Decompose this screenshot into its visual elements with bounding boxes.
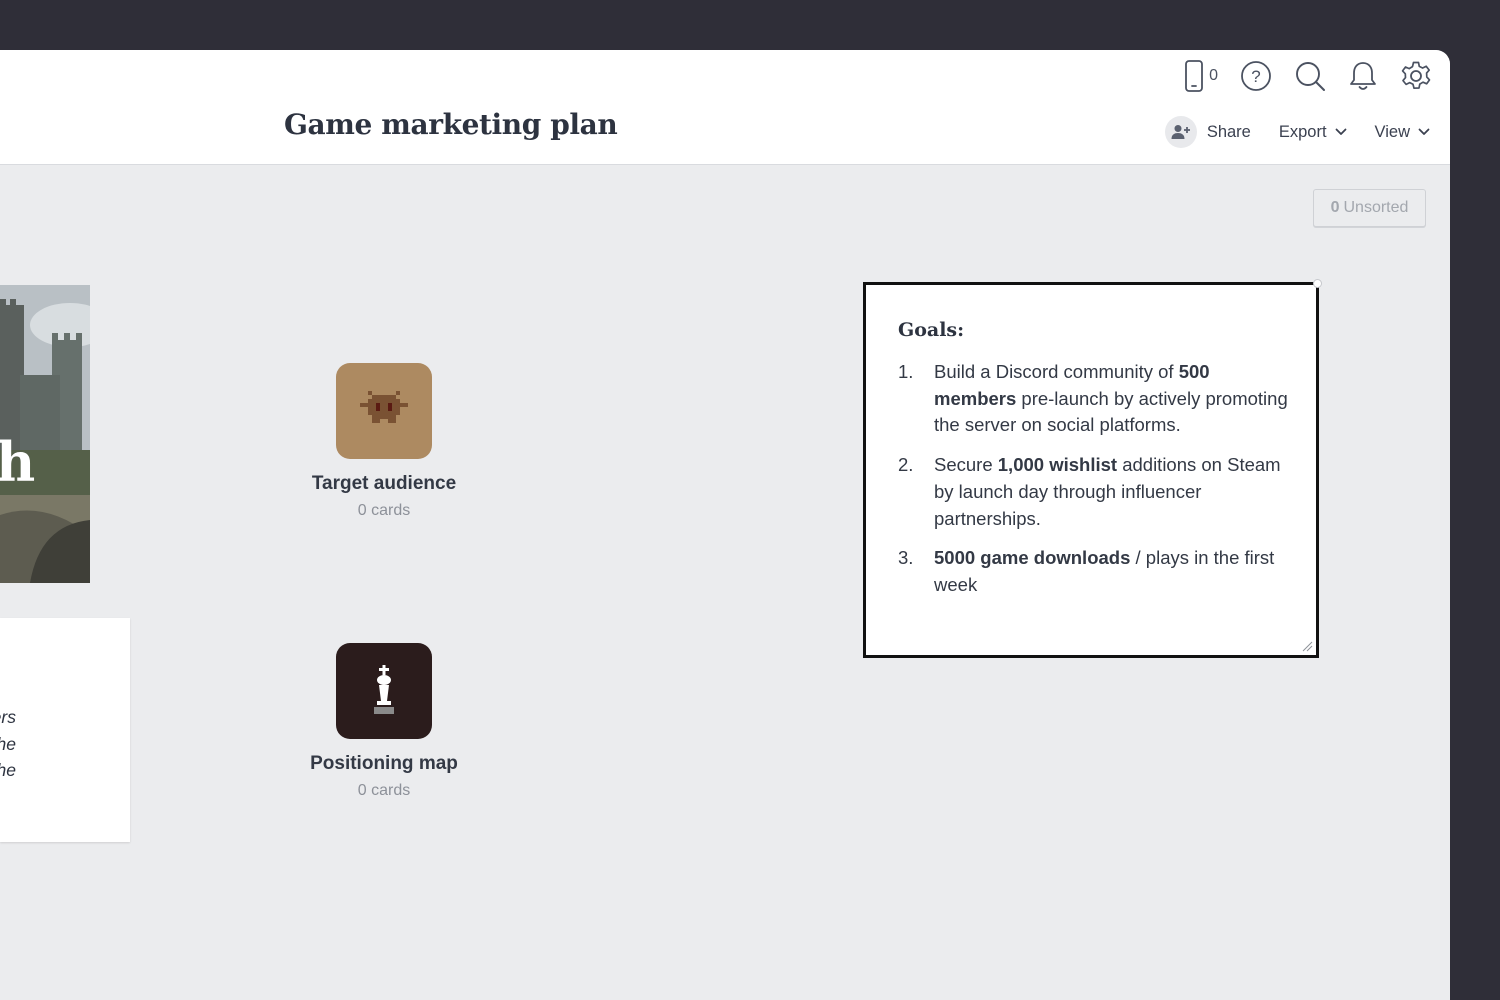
goal-item: 1. Build a Discord community of 500 membe… — [898, 359, 1288, 439]
gear-icon[interactable] — [1400, 60, 1432, 92]
cover-title-fragment: h — [0, 430, 36, 494]
pixel-monster-icon — [360, 391, 408, 423]
goal-item: 2. Secure 1,000 wishlist additions on Ste… — [898, 452, 1288, 532]
board-tile — [336, 643, 432, 739]
board-card-count: 0 cards — [357, 782, 411, 799]
goal-text: 5000 game downloads / plays in the first… — [934, 545, 1288, 598]
board-positioning-map[interactable]: Positioning map 0 cards — [284, 643, 484, 800]
top-icon-bar: 0 ? — [1162, 60, 1432, 92]
search-icon[interactable] — [1294, 60, 1326, 92]
connector-handle[interactable] — [1313, 279, 1322, 288]
castle-cover-image[interactable]: h — [0, 285, 90, 583]
note-line: e players — [0, 707, 16, 727]
text-note-card[interactable]: e players back the scue the — [0, 618, 130, 842]
mobile-device-icon — [1185, 60, 1203, 92]
bell-icon[interactable] — [1348, 60, 1378, 92]
chess-king-icon — [374, 665, 394, 714]
board-card-count: 0 cards — [357, 502, 411, 519]
add-user-icon — [1164, 116, 1197, 148]
view-label: View — [1374, 122, 1410, 141]
chevron-down-icon — [1335, 128, 1346, 135]
goals-list: 1. Build a Discord community of 500 membe… — [898, 359, 1288, 612]
note-line: scue the — [0, 760, 16, 780]
chevron-down-icon — [1418, 128, 1430, 135]
goal-text-bold: 5000 game downloads — [934, 547, 1131, 569]
unsorted-label: Unsorted — [1343, 199, 1409, 216]
app-window: 0 ? Game marketing plan Share Export Vie… — [0, 50, 1450, 1000]
mobile-device-button[interactable]: 0 — [1184, 60, 1218, 92]
goal-text: Build a Discord community of 500 members… — [934, 359, 1288, 439]
goals-note-card[interactable]: Goals: 1. Build a Discord community of 50… — [863, 279, 1322, 658]
note-text: e players back the scue the — [0, 704, 73, 784]
goal-text-bold: 1,000 wishlist — [997, 454, 1118, 476]
board-target-audience[interactable]: Target audience 0 cards — [284, 363, 484, 520]
share-button[interactable]: Share — [1164, 116, 1251, 148]
page-title: Game marketing plan — [284, 108, 618, 141]
board-name: Target audience — [311, 473, 457, 494]
header-actions: Share Export View — [1164, 116, 1430, 148]
goal-text: Secure 1,000 wishlist additions on Steam… — [934, 452, 1288, 532]
goal-number: 3. — [898, 547, 914, 569]
goal-text-run: Secure — [934, 454, 998, 476]
goals-title: Goals: — [898, 319, 965, 341]
svg-text:?: ? — [1251, 67, 1260, 86]
device-count: 0 — [1209, 67, 1218, 84]
share-label: Share — [1206, 122, 1251, 141]
board-tile — [336, 363, 432, 459]
resize-handle-icon[interactable] — [1301, 640, 1313, 652]
export-label: Export — [1278, 122, 1327, 141]
unsorted-count: 0 — [1330, 199, 1340, 216]
goal-item: 3. 5000 game downloads / plays in the fir… — [898, 545, 1288, 598]
header-bar: 0 ? Game marketing plan Share Export Vie… — [0, 50, 1450, 165]
goal-number: 1. — [898, 361, 914, 382]
export-dropdown[interactable]: Export — [1279, 123, 1347, 142]
note-line: back the — [0, 733, 16, 754]
unsorted-button[interactable]: 0 Unsorted — [1313, 189, 1426, 227]
help-icon[interactable]: ? — [1240, 60, 1272, 92]
board-name: Positioning map — [310, 753, 458, 774]
view-dropdown[interactable]: View — [1375, 123, 1430, 142]
goal-text-run: Build a Discord community of — [934, 361, 1179, 382]
goal-number: 2. — [898, 454, 914, 476]
